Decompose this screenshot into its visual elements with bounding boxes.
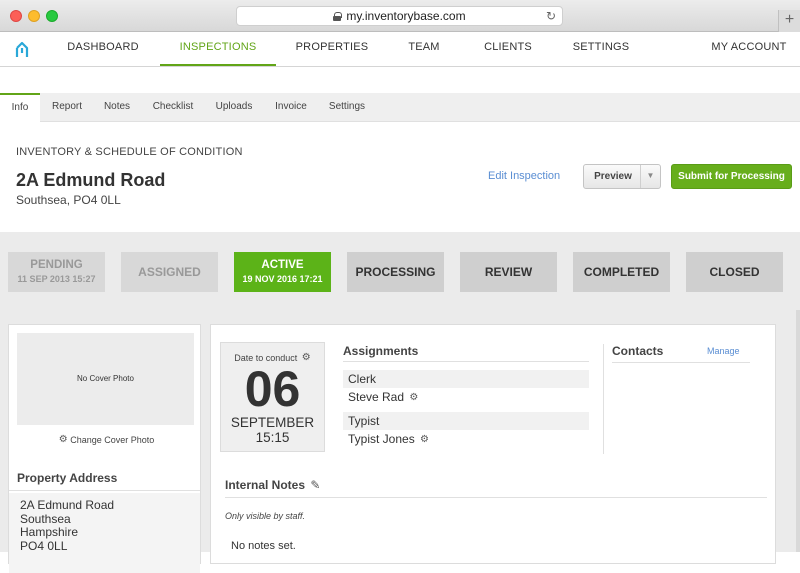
assignment-person: Typist Jones ⚙: [348, 432, 429, 446]
preview-button[interactable]: Preview ▼: [583, 164, 661, 189]
status-closed-label: CLOSED: [709, 265, 760, 279]
status-active-date: 19 NOV 2016 17:21: [242, 274, 323, 284]
internal-notes-heading: Internal Notes ✎: [225, 478, 767, 498]
internal-notes-empty: No notes set.: [231, 540, 296, 552]
nav-dashboard[interactable]: DASHBOARD: [60, 32, 146, 66]
status-active-label: ACTIVE: [261, 259, 304, 271]
browser-chrome: my.inventorybase.com ↻ +: [0, 0, 800, 32]
gear-icon[interactable]: ⚙: [409, 392, 418, 403]
nav-clients[interactable]: CLIENTS: [476, 32, 540, 66]
chevron-down-icon[interactable]: ▼: [640, 165, 660, 188]
edit-inspection-link[interactable]: Edit Inspection: [488, 170, 560, 182]
tab-checklist[interactable]: Checklist: [146, 93, 200, 122]
lock-icon: [333, 11, 343, 21]
submit-for-processing-button[interactable]: Submit for Processing: [671, 164, 792, 189]
tab-info[interactable]: Info: [0, 93, 40, 122]
contacts-heading: Contacts: [612, 344, 664, 358]
address-line: Southsea: [20, 511, 71, 526]
gear-icon[interactable]: ⚙: [302, 352, 311, 363]
status-pending-date: 11 SEP 2013 15:27: [17, 274, 96, 284]
nav-properties[interactable]: PROPERTIES: [290, 32, 374, 66]
status-review[interactable]: REVIEW: [460, 252, 557, 292]
nav-team[interactable]: TEAM: [398, 32, 450, 66]
pencil-icon[interactable]: ✎: [310, 478, 320, 492]
new-tab-button[interactable]: +: [778, 10, 800, 32]
tab-settings[interactable]: Settings: [322, 93, 372, 122]
status-pending[interactable]: PENDING 11 SEP 2013 15:27: [8, 252, 105, 292]
status-assigned[interactable]: ASSIGNED: [121, 252, 218, 292]
tab-invoice[interactable]: Invoice: [268, 93, 314, 122]
report-type-label: INVENTORY & SCHEDULE OF CONDITION: [16, 146, 243, 158]
tab-notes[interactable]: Notes: [96, 93, 138, 122]
status-closed[interactable]: CLOSED: [686, 252, 783, 292]
minimize-window-button[interactable]: [28, 10, 40, 22]
date-month: SEPTEMBER: [230, 415, 315, 430]
scrollbar[interactable]: [796, 310, 800, 552]
assignments-heading: Assignments: [343, 344, 589, 362]
status-active[interactable]: ACTIVE 19 NOV 2016 17:21: [234, 252, 331, 292]
content-area: No Cover Photo ⚙ Change Cover Photo Prop…: [0, 310, 800, 573]
manage-contacts-link[interactable]: Manage: [707, 346, 740, 356]
sub-nav: Info Report Notes Checklist Uploads Invo…: [0, 93, 800, 122]
status-pending-label: PENDING: [30, 259, 83, 271]
assignment-row: Typist Typist Jones ⚙: [343, 412, 589, 450]
address-line: 2A Edmund Road: [20, 498, 115, 512]
nav-my-account[interactable]: MY ACCOUNT: [706, 32, 792, 66]
assignment-person: Steve Rad ⚙: [348, 390, 418, 404]
preview-button-label: Preview: [594, 171, 632, 182]
internal-notes-title: Internal Notes: [225, 478, 306, 492]
assignment-role: Typist: [343, 412, 589, 430]
nav-settings[interactable]: SETTINGS: [564, 32, 638, 66]
nav-inspections[interactable]: INSPECTIONS: [160, 32, 276, 66]
property-card: No Cover Photo ⚙ Change Cover Photo Prop…: [8, 324, 202, 573]
change-cover-photo-label: Change Cover Photo: [70, 435, 155, 445]
status-processing[interactable]: PROCESSING: [347, 252, 444, 292]
property-address: 2A Edmund Road Southsea Hampshire PO4 0L…: [9, 493, 200, 573]
assignment-role: Clerk: [343, 370, 589, 388]
assignment-name: Steve Rad: [348, 390, 405, 404]
inventorybase-logo-icon[interactable]: [14, 39, 30, 59]
gear-icon[interactable]: ⚙: [420, 434, 429, 445]
address-bar[interactable]: my.inventorybase.com ↻: [236, 6, 563, 26]
divider: [612, 362, 750, 363]
status-assigned-label: ASSIGNED: [138, 265, 201, 279]
status-processing-label: PROCESSING: [355, 265, 436, 279]
status-completed-label: COMPLETED: [583, 265, 660, 279]
address-line: Hampshire: [20, 525, 79, 539]
status-completed[interactable]: COMPLETED: [573, 252, 670, 292]
main-nav: DASHBOARD INSPECTIONS PROPERTIES TEAM CL…: [0, 32, 800, 67]
status-bar: PENDING 11 SEP 2013 15:27 ASSIGNED ACTIV…: [0, 232, 800, 310]
address-line: PO4 0LL: [20, 538, 68, 553]
url-text: my.inventorybase.com: [346, 9, 466, 23]
date-time: 15:15: [255, 430, 290, 445]
internal-notes-visibility: Only visible by staff.: [225, 511, 306, 521]
gear-icon: ⚙: [58, 434, 68, 445]
page-subtitle: Southsea, PO4 0LL: [16, 193, 121, 207]
tab-uploads[interactable]: Uploads: [208, 93, 260, 122]
close-window-button[interactable]: [10, 10, 22, 22]
contacts-panel: Contacts Manage: [603, 344, 771, 454]
reload-icon[interactable]: ↻: [546, 9, 556, 23]
status-review-label: REVIEW: [484, 265, 533, 279]
property-address-heading: Property Address: [9, 471, 200, 491]
tab-report[interactable]: Report: [46, 93, 88, 122]
assignment-row: Clerk Steve Rad ⚙: [343, 370, 589, 408]
date-to-conduct-box: Date to conduct ⚙ 06 SEPTEMBER 15:15: [220, 342, 325, 452]
zoom-window-button[interactable]: [46, 10, 58, 22]
inspection-details-card: Date to conduct ⚙ 06 SEPTEMBER 15:15 Ass…: [210, 324, 776, 564]
assignment-name: Typist Jones: [348, 432, 415, 446]
date-day: 06: [244, 361, 301, 417]
page-title: 2A Edmund Road: [16, 170, 166, 190]
cover-photo: No Cover Photo: [17, 333, 194, 425]
change-cover-photo-link[interactable]: ⚙ Change Cover Photo: [9, 434, 202, 445]
